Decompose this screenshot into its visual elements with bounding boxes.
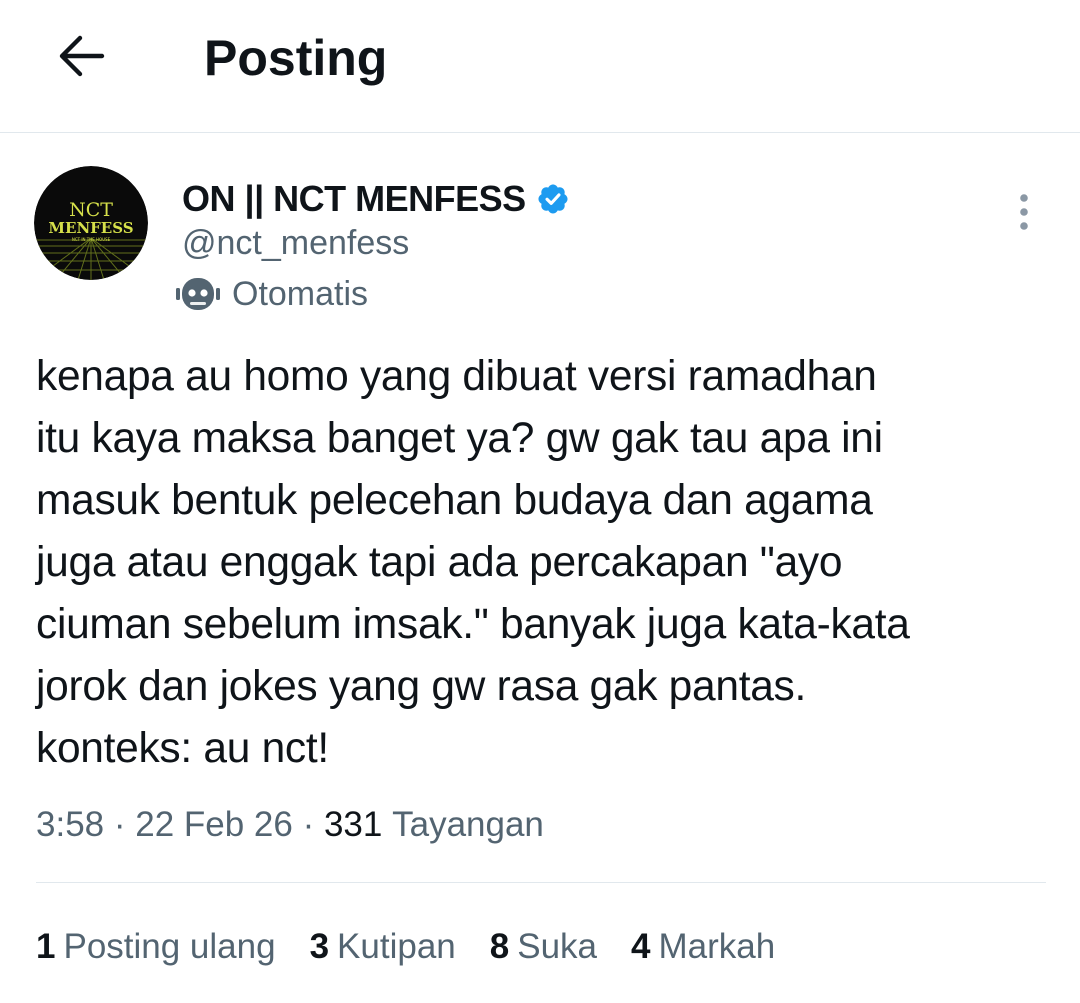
- stat-label: Posting ulang: [63, 927, 276, 966]
- stat-count: 3: [309, 927, 330, 966]
- stat-quotes[interactable]: 3 Kutipan: [310, 927, 456, 967]
- post-meta: 3:58 · 22 Feb 26 · 331 Tayangan: [36, 800, 544, 850]
- stat-count: 1: [36, 927, 56, 966]
- divider: [36, 882, 1046, 883]
- stat-count: 8: [489, 927, 510, 966]
- avatar-subtext: NCT IN THE HOUSE: [72, 237, 111, 242]
- avatar-text-nct: NCT: [69, 199, 113, 221]
- avatar-image: NCT MENFESS NCT IN THE HOUSE: [34, 166, 148, 280]
- views-label-text: Tayangan: [392, 805, 544, 844]
- views-count: 331: [323, 805, 383, 844]
- post-text: kenapa au homo yang dibuat versi ramadha…: [36, 353, 910, 772]
- author-name[interactable]: ON || NCT MENFESS: [182, 178, 526, 220]
- engagement-stats: 1 Posting ulang 3 Kutipan 8 Suka 4 Markah: [36, 922, 809, 972]
- stat-likes[interactable]: 8 Suka: [490, 927, 597, 967]
- stat-reposts[interactable]: 1 Posting ulang: [36, 927, 276, 967]
- automated-label-row[interactable]: Otomatis: [176, 272, 368, 316]
- post-date[interactable]: 22 Feb 26: [135, 805, 293, 845]
- stat-bookmarks[interactable]: 4 Markah: [631, 927, 775, 967]
- stat-count: 4: [631, 927, 651, 966]
- meta-separator: ·: [104, 805, 136, 844]
- stat-label: Suka: [517, 927, 598, 966]
- post-time[interactable]: 3:58: [36, 805, 104, 845]
- avatar-text-menfess: MENFESS: [48, 219, 133, 237]
- avatar[interactable]: NCT MENFESS NCT IN THE HOUSE: [34, 166, 148, 280]
- meta-separator: ·: [292, 805, 324, 844]
- automated-label: Otomatis: [232, 274, 369, 313]
- robot-icon: [176, 278, 220, 310]
- back-button[interactable]: [48, 24, 112, 88]
- more-vertical-icon: [1020, 194, 1028, 230]
- verified-badge-icon: [538, 184, 568, 214]
- page-title: Posting: [204, 30, 388, 86]
- arrow-left-icon: [59, 35, 105, 77]
- top-bar: Posting: [0, 0, 1080, 133]
- author-handle[interactable]: @nct_menfess: [182, 224, 409, 263]
- stat-label: Kutipan: [337, 927, 456, 966]
- more-options-button[interactable]: [1002, 188, 1046, 236]
- views-label: [382, 805, 392, 845]
- stat-label: Markah: [658, 927, 776, 966]
- author-name-row: ON || NCT MENFESS: [182, 176, 570, 222]
